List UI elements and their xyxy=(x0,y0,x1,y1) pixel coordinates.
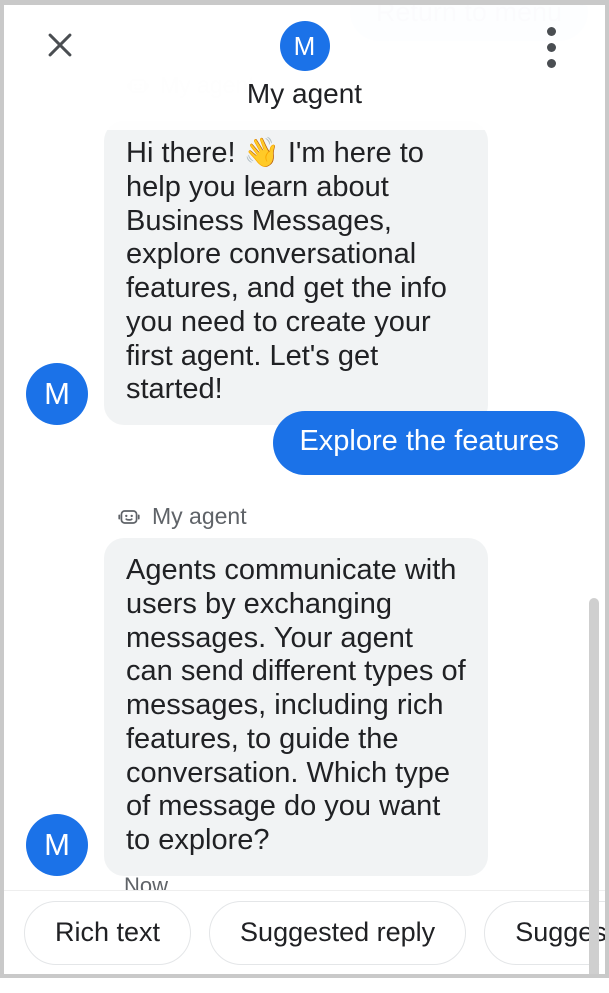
page-title: My agent xyxy=(246,78,363,109)
agent-name-text: My agent xyxy=(152,503,247,529)
suggestion-chips-bar[interactable]: Rich text Suggested reply Suggested acti… xyxy=(4,890,605,974)
message-row-agent-2: M Agents communicate with users by excha… xyxy=(26,538,488,877)
avatar-initial: M xyxy=(44,827,70,863)
header-avatar: M xyxy=(279,21,330,71)
message-timestamp: Now xyxy=(124,873,169,891)
avatar-initial: M xyxy=(44,376,70,412)
message-bubble-agent-2: Agents communicate with users by exchang… xyxy=(104,538,488,877)
scrollbar-thumb[interactable] xyxy=(589,598,599,974)
message-bubble-user-1: Explore the features xyxy=(273,411,585,475)
more-vert-dot xyxy=(546,58,556,68)
more-vert-dot xyxy=(546,42,556,52)
conversation-scroll-area[interactable]: Return to menu My agent M xyxy=(4,5,605,891)
avatar: M xyxy=(26,363,88,426)
message-row-user-1: Explore the features xyxy=(273,411,585,475)
more-vert-icon xyxy=(546,23,556,71)
chip-label: Rich text xyxy=(55,917,161,947)
chat-window-frame: Return to menu My agent M xyxy=(0,0,609,978)
chip-label: Suggested reply xyxy=(240,917,436,947)
overflow-menu-button[interactable] xyxy=(523,19,579,75)
header-identity: M My agent xyxy=(4,21,605,110)
message-row-agent-1: M Hi there! 👋 I'm here to help you learn… xyxy=(26,121,506,426)
suggestion-chip-suggested-reply[interactable]: Suggested reply xyxy=(209,900,467,965)
agent-name-label: My agent xyxy=(116,503,247,530)
chat-header: M My agent xyxy=(4,5,605,130)
message-bubble-agent-1: Hi there! 👋 I'm here to help you learn a… xyxy=(104,121,488,426)
more-vert-dot xyxy=(546,26,556,36)
avatar: M xyxy=(26,814,88,877)
chat-window-inner: Return to menu My agent M xyxy=(4,5,605,974)
header-avatar-initial: M xyxy=(293,30,316,61)
smart-toy-icon xyxy=(116,504,142,530)
suggestion-chip-rich-text[interactable]: Rich text xyxy=(24,900,192,965)
